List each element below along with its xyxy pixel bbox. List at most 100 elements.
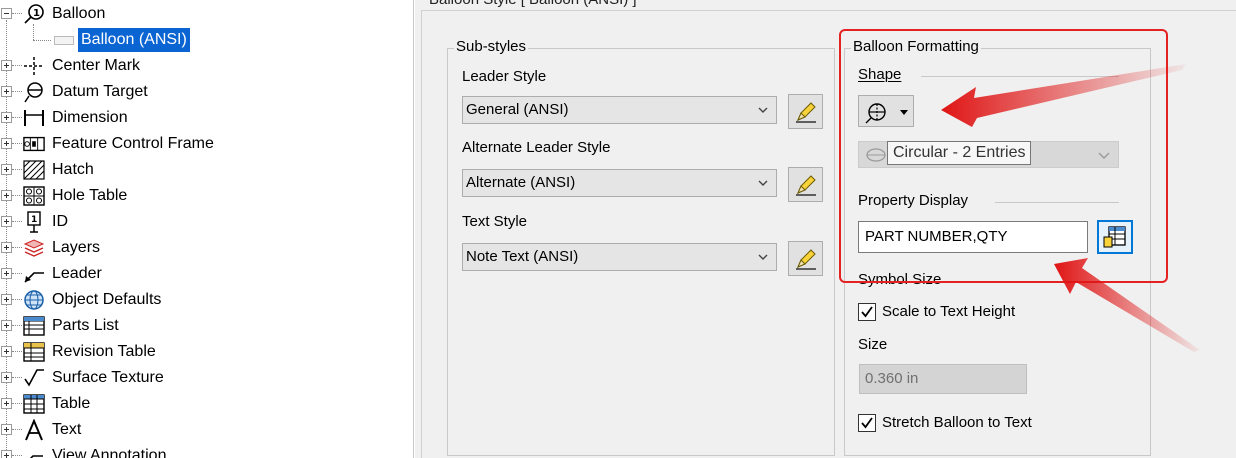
tree-item-parts-list[interactable]: Parts List — [0, 313, 413, 339]
expand-toggle[interactable] — [1, 190, 12, 201]
expand-toggle[interactable] — [1, 346, 12, 357]
chevron-down-icon — [758, 180, 768, 186]
tree-item-label: Balloon — [52, 5, 106, 22]
layers-icon — [23, 238, 45, 258]
view-annotation-icon — [23, 446, 45, 458]
tree-connector — [12, 13, 22, 14]
tree-connector — [12, 403, 22, 404]
leader-style-select[interactable]: General (ANSI) — [462, 96, 777, 124]
edit-text-style-button[interactable] — [788, 241, 823, 276]
balloon-icon: 1 — [23, 4, 45, 24]
tree-item-center-mark[interactable]: Center Mark — [0, 53, 413, 79]
expand-toggle[interactable] — [1, 372, 12, 383]
tree-connector — [12, 65, 22, 66]
expand-toggle[interactable] — [1, 242, 12, 253]
surface-texture-icon — [23, 368, 45, 388]
tree-item-text[interactable]: Text — [0, 417, 413, 443]
parts-list-icon — [23, 316, 45, 336]
tree-item-label: Hole Table — [52, 187, 128, 204]
pencil-icon — [795, 248, 816, 270]
substyles-title: Sub-styles — [454, 38, 529, 55]
expand-toggle[interactable] — [1, 60, 12, 71]
tree-item-hatch[interactable]: Hatch — [0, 157, 413, 183]
text-style-select[interactable]: Note Text (ANSI) — [462, 243, 777, 271]
tree-connector — [12, 247, 22, 248]
tree-connector — [12, 117, 22, 118]
tree-item-label: Object Defaults — [52, 291, 162, 308]
expand-toggle[interactable] — [1, 450, 12, 458]
text-style-value: Note Text (ANSI) — [466, 248, 579, 265]
revision-table-icon — [23, 342, 45, 362]
tree-item-balloon-ansi[interactable]: Balloon (ANSI) — [0, 27, 413, 53]
tree-item-id[interactable]: 1 ID — [0, 209, 413, 235]
tree-item-label: Datum Target — [52, 83, 148, 100]
tree-item-feature-control-frame[interactable]: Feature Control Frame — [0, 131, 413, 157]
leader-style-label: Leader Style — [462, 68, 547, 85]
tree-item-revision-table[interactable]: Revision Table — [0, 339, 413, 365]
tree-item-label: View Annotation — [52, 447, 167, 458]
text-style-label: Text Style — [462, 213, 528, 230]
expand-toggle[interactable] — [1, 268, 12, 279]
tree-connector — [12, 221, 22, 222]
expand-toggle[interactable] — [1, 216, 12, 227]
dimension-icon — [23, 108, 45, 128]
tree-item-table[interactable]: Table — [0, 391, 413, 417]
hole-table-icon — [23, 186, 45, 206]
tree-item-layers[interactable]: Layers — [0, 235, 413, 261]
edit-alt-leader-style-button[interactable] — [788, 167, 823, 202]
expand-toggle[interactable] — [1, 424, 12, 435]
center-mark-icon — [23, 56, 45, 76]
tree-item-view-annotation[interactable]: View Annotation — [0, 443, 413, 458]
leader-icon — [23, 264, 45, 284]
tree-item-label: Dimension — [52, 109, 128, 126]
tree-item-label: Surface Texture — [52, 369, 164, 386]
tree-connector — [12, 429, 22, 430]
expand-toggle[interactable] — [1, 138, 12, 149]
tree-item-balloon[interactable]: 1 Balloon — [0, 1, 413, 27]
tree-connector — [12, 273, 22, 274]
tree-item-dimension[interactable]: Dimension — [0, 105, 413, 131]
leader-style-value: General (ANSI) — [466, 101, 569, 118]
scale-to-text-label: Scale to Text Height — [882, 303, 1016, 320]
expand-toggle[interactable] — [1, 398, 12, 409]
svg-text:1: 1 — [31, 215, 37, 225]
expand-toggle[interactable] — [1, 294, 12, 305]
tree-connector — [12, 351, 22, 352]
feature-control-frame-icon — [23, 134, 45, 154]
edit-leader-style-button[interactable] — [788, 94, 823, 129]
tree-item-hole-table[interactable]: Hole Table — [0, 183, 413, 209]
tree-item-label: Revision Table — [52, 343, 156, 360]
tree-item-leader[interactable]: Leader — [0, 261, 413, 287]
tree-connector — [12, 169, 22, 170]
tree-connector — [12, 325, 22, 326]
style-icon — [54, 36, 74, 45]
tree-connector — [12, 91, 22, 92]
tree-item-datum-target[interactable]: Datum Target — [0, 79, 413, 105]
tree-connector — [12, 377, 22, 378]
datum-target-icon — [23, 82, 45, 103]
tree-item-label: Parts List — [52, 317, 119, 334]
scale-to-text-checkbox[interactable] — [858, 303, 876, 321]
tree-item-label-selected: Balloon (ANSI) — [78, 28, 190, 52]
table-icon — [23, 394, 45, 414]
alt-leader-style-value: Alternate (ANSI) — [466, 174, 576, 191]
tree-item-label: ID — [52, 213, 68, 230]
pencil-icon — [795, 174, 816, 196]
tree-item-object-defaults[interactable]: Object Defaults — [0, 287, 413, 313]
style-tree[interactable]: 1 Balloon Balloon (ANSI) Center Mark Dat… — [0, 0, 414, 458]
expand-toggle[interactable] — [1, 112, 12, 123]
collapse-toggle[interactable] — [1, 8, 12, 19]
expand-toggle[interactable] — [1, 164, 12, 175]
tree-item-label: Center Mark — [52, 57, 141, 74]
expand-toggle[interactable] — [1, 320, 12, 331]
checkmark-icon — [861, 417, 873, 429]
expand-toggle[interactable] — [1, 86, 12, 97]
tree-item-label: Leader — [52, 265, 102, 282]
tree-item-surface-texture[interactable]: Surface Texture — [0, 365, 413, 391]
tree-connector — [12, 455, 22, 456]
size-field[interactable]: 0.360 in — [859, 364, 1027, 394]
highlight-box — [839, 29, 1168, 283]
stretch-balloon-checkbox[interactable] — [858, 414, 876, 432]
hatch-icon — [23, 160, 45, 180]
alt-leader-style-select[interactable]: Alternate (ANSI) — [462, 169, 777, 197]
